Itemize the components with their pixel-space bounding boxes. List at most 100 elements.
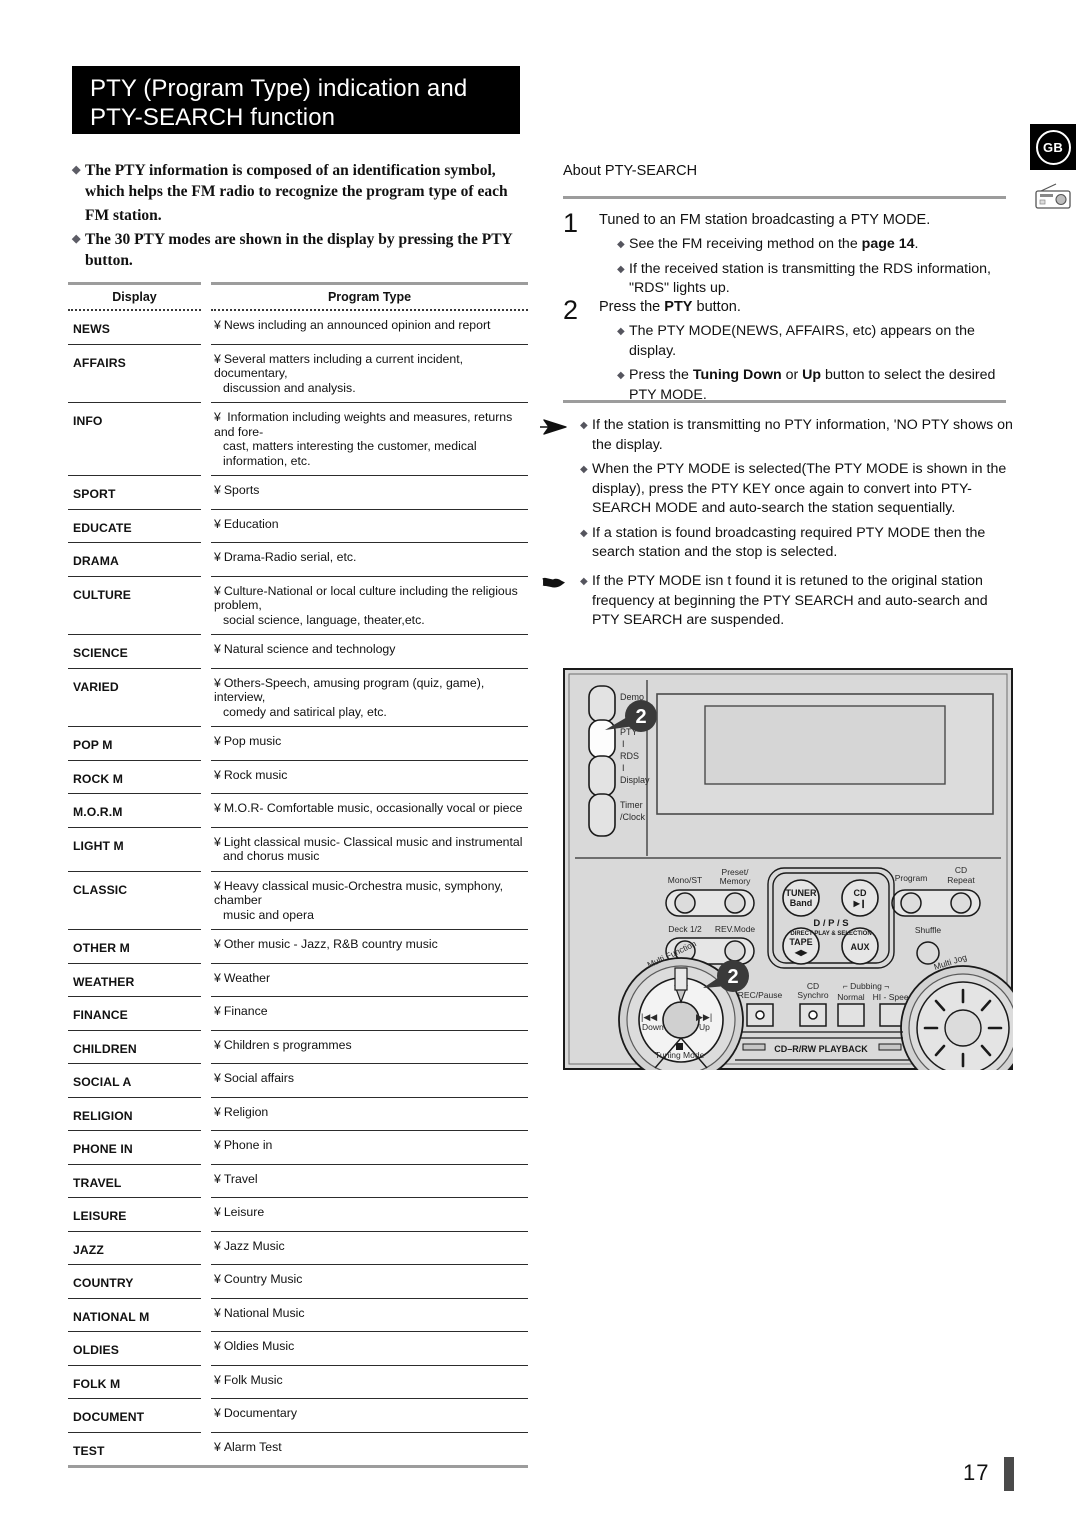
page-number: 17 (963, 1460, 990, 1485)
table-cell-display: OLDIES (68, 1331, 201, 1366)
table-cell-program-type: ¥ Other music - Jazz, R&B country music (211, 929, 528, 964)
table-row: TEST ¥ Alarm Test (68, 1432, 528, 1468)
svg-text:2: 2 (635, 706, 646, 728)
table-cell-display: LIGHT M (68, 827, 201, 872)
table-row: PHONE IN ¥ Phone in (68, 1130, 528, 1165)
yen-bullet-icon: ¥ (214, 1104, 221, 1119)
device-label-deck: Deck 1/2 (668, 924, 702, 934)
step-1-item-2-text: If the received station is transmitting … (629, 260, 991, 297)
table-cell-gap (201, 1399, 211, 1433)
device-label-band: Band (790, 898, 813, 908)
intro-bullet-2: ◆ The 30 PTY modes are shown in the disp… (72, 229, 532, 271)
table-cell-gap (201, 509, 211, 543)
yen-bullet-icon: ¥ (214, 1171, 221, 1186)
note-b-item-1-text: If the PTY MODE isn t found it is retune… (592, 573, 988, 628)
diamond-bullet-icon: ◆ (580, 420, 588, 431)
table-row: ROCK M ¥ Rock music (68, 760, 528, 794)
note-a-item-1-text: If the station is transmitting no PTY in… (592, 417, 1013, 453)
table-cell-display: CHILDREN (68, 1030, 201, 1064)
yen-bullet-icon: ¥ (214, 642, 221, 656)
device-label-down: Down (642, 1022, 664, 1032)
page-title-line-2: PTY-SEARCH function (90, 104, 336, 131)
diamond-bullet-icon: ◆ (580, 464, 588, 475)
table-row: OTHER M ¥ Other music - Jazz, R&B country … (68, 929, 528, 964)
step-1-number: 1 (563, 208, 579, 238)
device-label-tuner: TUNER (786, 888, 817, 898)
table-cell-program-type-line2: and chorus music (223, 849, 320, 863)
table-header-row: Display Program Type (68, 282, 528, 311)
note-block-hand: ◆ If the PTY MODE isn t found it is retun… (538, 572, 1013, 636)
yen-bullet-icon: ¥ (214, 675, 221, 690)
table-cell-program-type: ¥ Social affairs (211, 1063, 528, 1098)
table-cell-display: FOLK M (68, 1365, 201, 1399)
table-cell-program-type: ¥ Light classical music- Classical music … (211, 827, 528, 872)
yen-bullet-icon: ¥ (214, 834, 221, 849)
table-row: DOCUMENT ¥ Documentary (68, 1398, 528, 1433)
table-cell-display: WEATHER (68, 963, 201, 997)
step-2: 2 Press the PTY button. ◆ The PTY MODE(N… (563, 297, 1011, 410)
table-cell-display: ROCK M (68, 760, 201, 794)
table-cell-display: RELIGION (68, 1097, 201, 1131)
yen-bullet-icon: ¥ (214, 1372, 221, 1387)
yen-bullet-icon: ¥ (214, 516, 221, 531)
device-label-recpause: REC/Pause (738, 990, 783, 1000)
yen-bullet-icon: ¥ (214, 1406, 221, 1420)
table-cell-program-type: ¥ Oldies Music (211, 1331, 528, 1366)
yen-bullet-icon: ¥ (214, 550, 221, 564)
yen-bullet-icon: ¥ (214, 767, 221, 782)
table-cell-program-type: ¥ Folk Music (211, 1365, 528, 1399)
yen-bullet-icon: ¥ (214, 483, 221, 497)
divider-middle (563, 400, 1006, 403)
table-cell-program-type: ¥ Religion (211, 1097, 528, 1131)
table-cell-gap (201, 543, 211, 577)
intro-bullet-1-tail: FM station. (85, 207, 162, 224)
about-pty-search-heading: About PTY-SEARCH (563, 163, 698, 179)
table-row: POP M ¥ Pop music (68, 726, 528, 761)
divider-top (563, 196, 1006, 199)
yen-bullet-icon: ¥ (214, 1071, 221, 1085)
table-cell-display: OTHER M (68, 929, 201, 964)
table-cell-program-type-line2: social science, language, theater,etc. (223, 612, 425, 627)
table-cell-program-type: ¥ Heavy classical music-Orchestra music, … (211, 871, 528, 930)
table-cell-gap (201, 344, 211, 403)
intro-bullet-1: ◆ The PTY information is composed of an … (72, 160, 532, 202)
table-cell-program-type: ¥ Culture-National or local culture inclu… (211, 576, 528, 635)
note-a-item-2: ◆ When the PTY MODE is selected(The PTY M… (580, 460, 1013, 519)
table-cell-display: CLASSIC (68, 871, 201, 930)
table-cell-program-type: ¥ Phone in (211, 1130, 528, 1165)
table-cell-program-type: ¥ Others-Speech, amusing program (quiz, g… (211, 668, 528, 727)
table-cell-display: NEWS (68, 310, 201, 345)
yen-bullet-icon: ¥ (214, 1004, 221, 1018)
table-cell-program-type-line2: discussion and analysis. (223, 380, 356, 395)
device-label-program: Program (895, 873, 928, 883)
table-cell-gap (201, 997, 211, 1031)
device-label-memory: Memory (720, 876, 751, 886)
table-cell-gap (201, 871, 211, 930)
column-header-display: Display (68, 282, 201, 311)
table-cell-gap (201, 576, 211, 635)
table-cell-program-type: ¥ Documentary (211, 1398, 528, 1433)
table-cell-program-type: ¥ Information including weights and meas… (211, 402, 528, 476)
device-icon-next: ▶▶| (696, 1012, 712, 1022)
table-row: CLASSIC ¥ Heavy classical music-Orchestra … (68, 871, 528, 930)
table-cell-program-type: ¥ Several matters including a current inc… (211, 344, 528, 403)
table-cell-display: TRAVEL (68, 1164, 201, 1198)
table-row: SPORT ¥ Sports (68, 475, 528, 510)
table-cell-gap (201, 403, 211, 476)
table-cell-gap (201, 1365, 211, 1399)
table-cell-display: VARIED (68, 668, 201, 727)
pointing-hand-icon (538, 572, 580, 636)
table-row: FINANCE ¥ Finance (68, 996, 528, 1031)
table-cell-program-type-line2: music and opera (223, 907, 314, 922)
device-label-monost: Mono/ST (668, 875, 703, 885)
table-cell-gap (201, 727, 211, 761)
table-cell-program-type: ¥ Finance (211, 996, 528, 1031)
table-cell-display: SOCIAL A (68, 1063, 201, 1098)
step-2-number: 2 (563, 295, 579, 325)
table-row: SCIENCE ¥ Natural science and technology (68, 634, 528, 669)
table-cell-display: JAZZ (68, 1231, 201, 1265)
table-cell-program-type: ¥ Weather (211, 963, 528, 997)
table-cell-program-type: ¥ Jazz Music (211, 1231, 528, 1265)
intro-bullet-1-tail-row: FM station. (72, 205, 532, 226)
table-cell-program-type: ¥ Drama-Radio serial, etc. (211, 542, 528, 577)
